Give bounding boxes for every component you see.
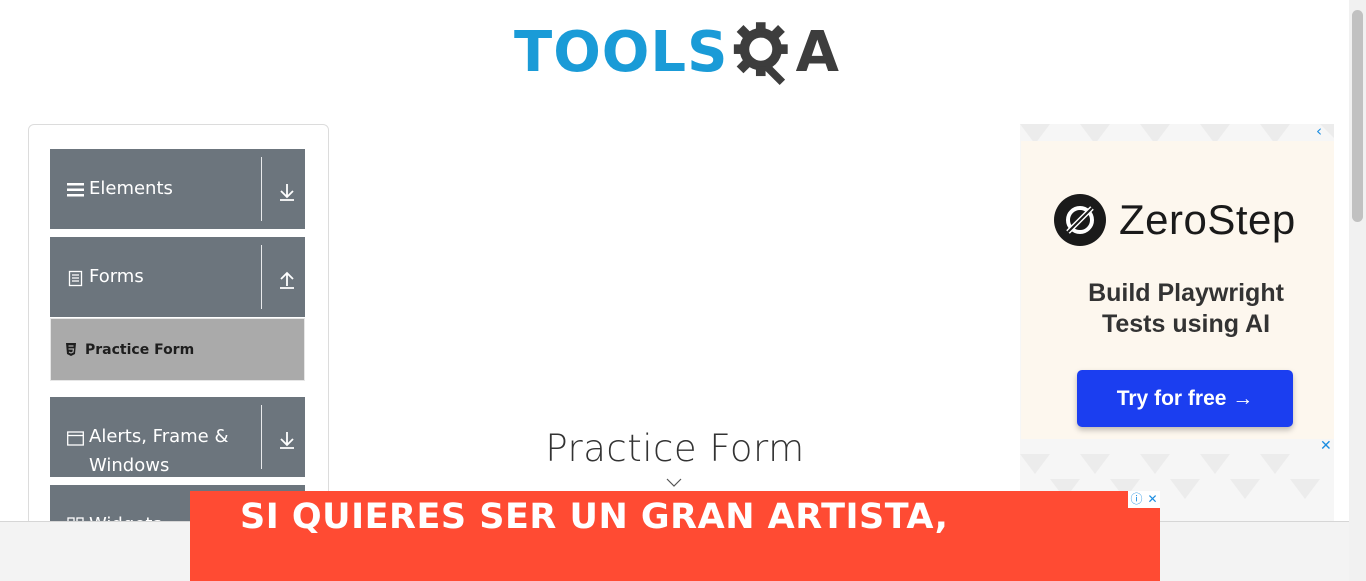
ad-close-icon[interactable]: ✕ bbox=[1320, 439, 1333, 453]
scrollbar-thumb[interactable] bbox=[1352, 10, 1363, 222]
group-label: Elements bbox=[89, 178, 173, 199]
group-header[interactable]: Elements bbox=[50, 149, 305, 229]
page: TOOLS A Elements Forms Practice Form Ale… bbox=[0, 0, 1366, 581]
ad-headline: Build Playwright Tests using AI bbox=[1021, 278, 1334, 340]
bottom-advertisement[interactable]: SI QUIERES SER UN GRAN ARTISTA, bbox=[190, 491, 1160, 581]
ad-brand-name: ZeroStep bbox=[1119, 196, 1296, 243]
sidebar-item-practice-form[interactable]: Practice Form bbox=[50, 318, 305, 381]
html5-icon bbox=[66, 342, 76, 356]
chevron-down-icon bbox=[666, 478, 682, 487]
upload-arrow-icon[interactable] bbox=[276, 269, 298, 291]
gear-magnifier-icon bbox=[734, 22, 789, 86]
try-for-free-button[interactable]: Try for free → bbox=[1077, 370, 1293, 427]
toolsqa-logo[interactable]: TOOLS A bbox=[514, 14, 839, 92]
group-header[interactable]: Forms bbox=[50, 237, 305, 317]
ad-close-icon[interactable]: ✕ bbox=[1147, 492, 1157, 507]
ad-info-icon[interactable]: ⓘ bbox=[1130, 492, 1142, 507]
group-header[interactable]: Alerts, Frame & Windows bbox=[50, 397, 305, 477]
divider bbox=[261, 405, 262, 469]
document-icon bbox=[68, 270, 83, 287]
ad-headline-line: Build Playwright bbox=[1088, 279, 1284, 307]
page-title: Practice Form bbox=[545, 427, 805, 470]
group-label: Forms bbox=[89, 266, 144, 287]
ad-headline-line: Tests using AI bbox=[1101, 310, 1271, 338]
sidebar-item-label: Practice Form bbox=[85, 341, 195, 358]
sidebar-group-elements[interactable]: Elements bbox=[50, 149, 305, 229]
sidebar-group-alerts[interactable]: Alerts, Frame & Windows bbox=[50, 397, 305, 477]
download-arrow-icon[interactable] bbox=[276, 181, 298, 203]
menu-bars-icon bbox=[67, 183, 84, 197]
zerostep-logo-icon bbox=[1054, 194, 1106, 246]
sidebar-panel: Elements Forms Practice Form Alerts, Fra… bbox=[28, 124, 329, 544]
ad-card[interactable]: ZeroStep Build Playwright Tests using AI… bbox=[1021, 141, 1334, 439]
logo-suffix: A bbox=[795, 20, 839, 85]
logo-text: TOOLS bbox=[514, 20, 729, 85]
ad-brand: ZeroStep bbox=[1053, 193, 1296, 247]
right-advertisement[interactable]: ZeroStep Build Playwright Tests using AI… bbox=[1020, 124, 1334, 521]
window-icon bbox=[67, 431, 84, 446]
sidebar-group-forms[interactable]: Forms bbox=[50, 237, 305, 317]
bottom-ad-text: SI QUIERES SER UN GRAN ARTISTA, bbox=[240, 497, 949, 537]
ad-back-icon[interactable]: ‹ bbox=[1316, 124, 1328, 139]
divider bbox=[261, 245, 262, 309]
divider bbox=[261, 157, 262, 221]
vertical-scrollbar[interactable] bbox=[1349, 0, 1366, 581]
group-label: Alerts, Frame & Windows bbox=[89, 426, 229, 476]
download-arrow-icon[interactable] bbox=[276, 429, 298, 451]
ad-choices[interactable]: ⓘ ✕ bbox=[1128, 491, 1160, 508]
